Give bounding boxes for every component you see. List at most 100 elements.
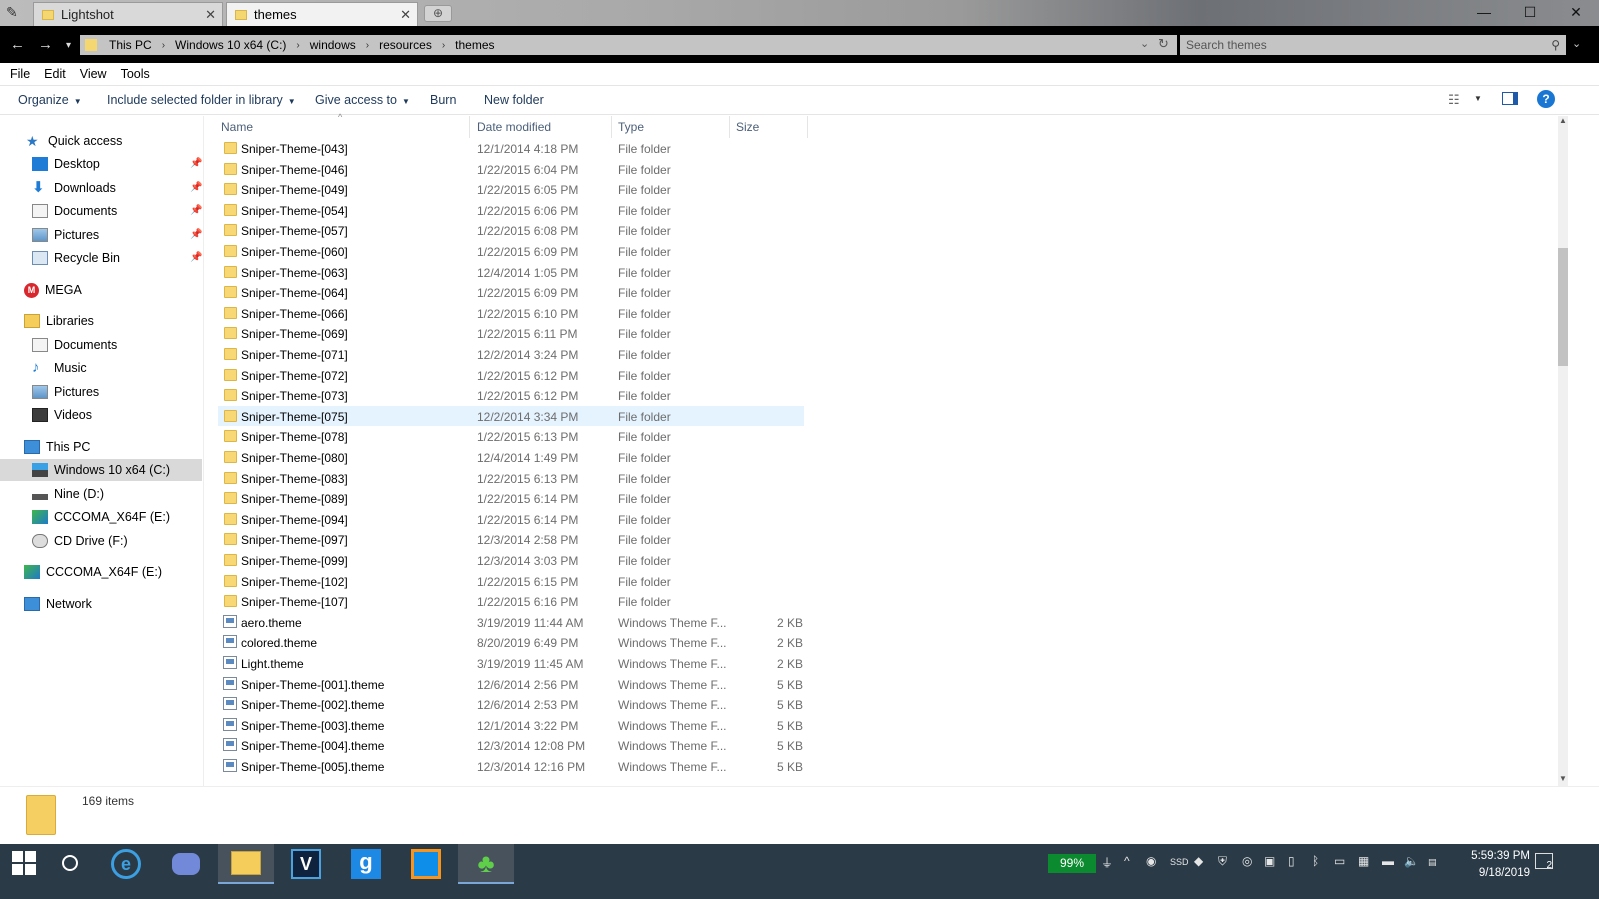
file-row[interactable]: Sniper-Theme-[089] 1/22/2015 6:14 PM File … xyxy=(218,488,804,509)
file-row[interactable]: Sniper-Theme-[107] 1/22/2015 6:16 PM File … xyxy=(218,591,804,612)
include-in-library-button[interactable]: Include selected folder in library ▼ xyxy=(107,93,296,107)
scroll-up-icon[interactable]: ▲ xyxy=(1559,116,1567,125)
g-app-icon[interactable]: g xyxy=(338,844,394,884)
scrollbar[interactable] xyxy=(1558,116,1568,786)
pin-icon[interactable]: 📌 xyxy=(190,252,202,263)
file-row[interactable]: Sniper-Theme-[003].theme 12/1/2014 3:22 P… xyxy=(218,715,804,736)
clock[interactable]: 5:59:39 PM 9/18/2019 xyxy=(1450,848,1530,882)
breadcrumb-separator-icon[interactable]: › xyxy=(366,40,369,51)
breadcrumb-separator-icon[interactable]: › xyxy=(296,40,299,51)
file-row[interactable]: Sniper-Theme-[005].theme 12/3/2014 12:16 … xyxy=(218,756,804,777)
power-plug-icon[interactable]: ⏚ xyxy=(1101,854,1113,871)
nav-lib-pictures[interactable]: Pictures xyxy=(32,381,99,403)
help-icon[interactable]: ? xyxy=(1537,90,1555,108)
scroll-down-icon[interactable]: ▼ xyxy=(1559,774,1567,783)
minimize-button[interactable]: — xyxy=(1461,0,1507,26)
window-icon[interactable]: ▣ xyxy=(1264,854,1275,868)
burn-button[interactable]: Burn xyxy=(430,93,456,107)
column-divider[interactable] xyxy=(469,116,470,138)
column-date-modified[interactable]: Date modified xyxy=(477,120,551,134)
file-row[interactable]: Sniper-Theme-[004].theme 12/3/2014 12:08 … xyxy=(218,735,804,756)
internet-explorer-icon[interactable]: e xyxy=(98,844,154,884)
column-divider[interactable] xyxy=(611,116,612,138)
file-row[interactable]: Sniper-Theme-[099] 12/3/2014 3:03 PM File … xyxy=(218,550,804,571)
bluetooth-icon[interactable]: ᛒ xyxy=(1312,854,1319,868)
record-icon[interactable]: ◎ xyxy=(1242,854,1252,868)
refresh-icon[interactable]: ↻ xyxy=(1158,36,1169,52)
pin-icon[interactable]: 📌 xyxy=(190,229,202,240)
chevron-down-icon[interactable]: ⌄ xyxy=(1572,37,1581,50)
file-row[interactable]: Sniper-Theme-[046] 1/22/2015 6:04 PM File … xyxy=(218,159,804,180)
column-size[interactable]: Size xyxy=(736,120,759,134)
menu-view[interactable]: View xyxy=(80,67,107,81)
file-row[interactable]: Sniper-Theme-[002].theme 12/6/2014 2:53 P… xyxy=(218,694,804,715)
breadcrumb-separator-icon[interactable]: › xyxy=(442,40,445,51)
nav-lib-documents[interactable]: Documents xyxy=(32,334,117,356)
keyboard-icon[interactable]: ▤ xyxy=(1428,857,1437,868)
breadcrumb-windows[interactable]: windows xyxy=(310,38,356,52)
nav-music[interactable]: ♪ Music xyxy=(32,357,87,379)
address-dropdown-icon[interactable]: ⌄ xyxy=(1140,37,1149,50)
security-shield-icon[interactable]: ⛨ xyxy=(1218,854,1227,869)
battery-indicator[interactable]: 99% xyxy=(1048,854,1096,873)
file-row[interactable]: Sniper-Theme-[102] 1/22/2015 6:15 PM File … xyxy=(218,571,804,592)
usb-icon[interactable]: ▯ xyxy=(1288,854,1295,868)
file-row[interactable]: Sniper-Theme-[057] 1/22/2015 6:08 PM File … xyxy=(218,220,804,241)
address-bar[interactable]: This PC › Windows 10 x64 (C:) › windows … xyxy=(80,35,1177,55)
teamviewer-icon[interactable] xyxy=(398,844,454,884)
ssd-icon[interactable]: SSD xyxy=(1170,857,1189,867)
battery-tray-icon[interactable]: ▬ xyxy=(1382,854,1394,868)
nav-drive-f[interactable]: CD Drive (F:) xyxy=(32,530,128,552)
file-explorer-icon[interactable] xyxy=(218,844,274,884)
file-row[interactable]: Sniper-Theme-[001].theme 12/6/2014 2:56 P… xyxy=(218,674,804,695)
file-row[interactable]: Sniper-Theme-[071] 12/2/2014 3:24 PM File … xyxy=(218,344,804,365)
file-row[interactable]: Sniper-Theme-[043] 12/1/2014 4:18 PM File … xyxy=(218,138,804,159)
breadcrumb-this-pc[interactable]: This PC xyxy=(109,38,152,52)
search-circle-icon[interactable] xyxy=(62,855,78,871)
vegas-icon[interactable]: V xyxy=(278,844,334,884)
nav-mega[interactable]: M MEGA xyxy=(24,279,82,301)
pin-icon[interactable]: 📌 xyxy=(190,182,202,193)
search-icon[interactable]: ⚲ xyxy=(1551,35,1560,55)
nav-drive-d[interactable]: Nine (D:) xyxy=(32,483,104,505)
breadcrumb-themes[interactable]: themes xyxy=(455,38,494,52)
forward-arrow-icon[interactable]: → xyxy=(38,36,53,53)
pin-icon[interactable]: 📌 xyxy=(190,158,202,169)
file-row[interactable]: Sniper-Theme-[073] 1/22/2015 6:12 PM File … xyxy=(218,385,804,406)
column-divider[interactable] xyxy=(807,116,808,138)
nav-drive-c[interactable]: Windows 10 x64 (C:) xyxy=(0,459,202,481)
file-row[interactable]: Sniper-Theme-[094] 1/22/2015 6:14 PM File … xyxy=(218,509,804,530)
close-tab-icon[interactable]: ✕ xyxy=(400,7,411,23)
file-row[interactable]: colored.theme 8/20/2019 6:49 PM Windows Th… xyxy=(218,632,804,653)
windows-start-icon[interactable] xyxy=(12,851,36,875)
file-row[interactable]: Sniper-Theme-[097] 12/3/2014 2:58 PM File … xyxy=(218,529,804,550)
close-button[interactable]: ✕ xyxy=(1553,0,1599,26)
pin-icon[interactable]: 📌 xyxy=(190,205,202,216)
breadcrumb-resources[interactable]: resources xyxy=(379,38,432,52)
menu-tools[interactable]: Tools xyxy=(121,67,150,81)
nav-documents[interactable]: Documents xyxy=(32,200,117,222)
close-tab-icon[interactable]: ✕ xyxy=(205,7,216,23)
file-row[interactable]: Sniper-Theme-[083] 1/22/2015 6:13 PM File … xyxy=(218,468,804,489)
nav-libraries[interactable]: Libraries xyxy=(24,310,94,332)
back-arrow-icon[interactable]: ← xyxy=(10,36,25,53)
file-row[interactable]: Sniper-Theme-[072] 1/22/2015 6:12 PM File … xyxy=(218,365,804,386)
tab-lightshot[interactable]: Lightshot ✕ xyxy=(33,2,223,26)
nav-drive-e[interactable]: CCCOMA_X64F (E:) xyxy=(32,506,170,528)
file-row[interactable]: Light.theme 3/19/2019 11:45 AM Windows The… xyxy=(218,653,804,674)
nav-this-pc[interactable]: This PC xyxy=(24,436,90,458)
file-row[interactable]: Sniper-Theme-[063] 12/4/2014 1:05 PM File … xyxy=(218,262,804,283)
breadcrumb-separator-icon[interactable]: › xyxy=(162,40,165,51)
organize-button[interactable]: Organize ▼ xyxy=(18,93,82,107)
menu-file[interactable]: File xyxy=(10,67,30,81)
file-row[interactable]: Sniper-Theme-[066] 1/22/2015 6:10 PM File … xyxy=(218,303,804,324)
file-row[interactable]: aero.theme 3/19/2019 11:44 AM Windows Them… xyxy=(218,612,804,633)
volume-icon[interactable]: 🔈 xyxy=(1404,854,1419,868)
file-row[interactable]: Sniper-Theme-[054] 1/22/2015 6:06 PM File … xyxy=(218,200,804,221)
nav-videos[interactable]: Videos xyxy=(32,404,92,426)
app-menu-icon[interactable]: ✎ xyxy=(6,4,18,21)
nav-recycle-bin[interactable]: Recycle Bin xyxy=(32,247,120,269)
discord-tray-icon[interactable]: ◉ xyxy=(1146,854,1156,868)
file-row[interactable]: Sniper-Theme-[049] 1/22/2015 6:05 PM File … xyxy=(218,179,804,200)
notifications-icon[interactable]: 2 xyxy=(1535,853,1553,871)
